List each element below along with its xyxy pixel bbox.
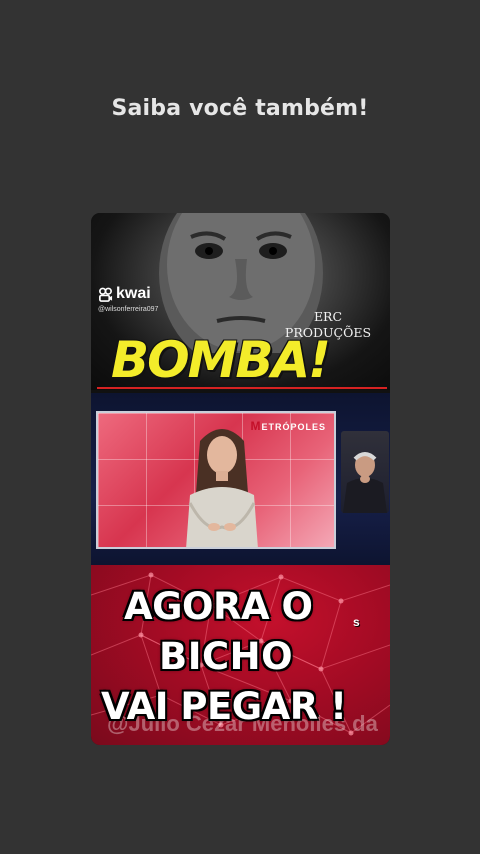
headline-line-1: AGORA O <box>124 585 313 628</box>
producer-credit-line1: ERC <box>313 309 343 324</box>
kwai-username: @wilsonferreira097 <box>98 306 159 313</box>
shared-video-card[interactable]: kwai @wilsonferreira097 ERC PRODUÇÕES BO… <box>91 213 390 745</box>
headline-line-1-suffix: s <box>353 615 360 629</box>
thumbnail-top-panel: kwai @wilsonferreira097 ERC PRODUÇÕES BO… <box>91 213 390 390</box>
bomba-headline: BOMBA! <box>111 331 331 389</box>
kwai-brand-text: kwai <box>116 285 151 302</box>
red-divider <box>97 387 387 389</box>
kwai-icon <box>99 287 113 302</box>
commentator-inset <box>341 431 389 513</box>
headline-line-2: BICHO <box>159 635 294 678</box>
studio-screen: METRÓPOLES <box>96 411 336 549</box>
headline-line-3: VAI PEGAR ! <box>101 685 347 728</box>
commentator-image <box>343 452 387 513</box>
headline-panel: @Julio Cezar Menolles da AGORA O s BICHO… <box>91 565 390 745</box>
story-page: Saiba você também! kwai @wilsonferreira0… <box>0 0 480 854</box>
news-studio-panel: METRÓPOLES <box>91 393 390 565</box>
kwai-logo: kwai <box>98 285 151 303</box>
news-anchor-image <box>186 429 258 547</box>
story-caption: Saiba você também! <box>111 96 369 121</box>
